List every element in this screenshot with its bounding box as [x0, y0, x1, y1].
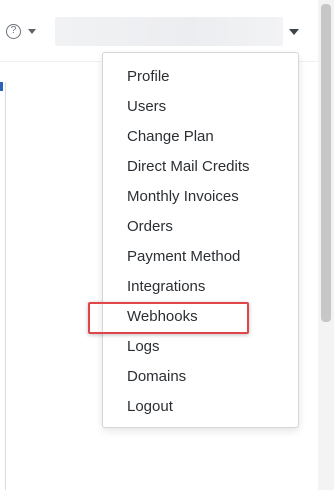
background-link-fragment — [0, 82, 3, 91]
menu-item-monthly-invoices[interactable]: Monthly Invoices — [103, 182, 298, 212]
account-menu-button[interactable] — [55, 17, 301, 46]
account-name-redacted — [55, 17, 283, 46]
menu-item-logs[interactable]: Logs — [103, 332, 298, 362]
vertical-scrollbar-thumb[interactable] — [321, 4, 331, 322]
menu-item-logout[interactable]: Logout — [103, 392, 298, 422]
menu-item-direct-mail-credits[interactable]: Direct Mail Credits — [103, 152, 298, 182]
menu-item-integrations[interactable]: Integrations — [103, 272, 298, 302]
help-menu-toggle[interactable]: ? — [6, 20, 36, 42]
menu-item-orders[interactable]: Orders — [103, 212, 298, 242]
menu-item-domains[interactable]: Domains — [103, 362, 298, 392]
chevron-down-icon — [28, 28, 36, 34]
help-circle-icon: ? — [6, 23, 21, 39]
menu-item-profile[interactable]: Profile — [103, 62, 298, 92]
menu-item-change-plan[interactable]: Change Plan — [103, 122, 298, 152]
app-page: ? Profile Users Change Plan Direct Mail … — [0, 0, 334, 490]
account-dropdown-menu: Profile Users Change Plan Direct Mail Cr… — [102, 52, 299, 428]
menu-item-payment-method[interactable]: Payment Method — [103, 242, 298, 272]
menu-item-webhooks[interactable]: Webhooks — [103, 302, 298, 332]
menu-item-users[interactable]: Users — [103, 92, 298, 122]
background-panel-edge — [0, 82, 6, 490]
chevron-down-icon — [289, 28, 299, 35]
